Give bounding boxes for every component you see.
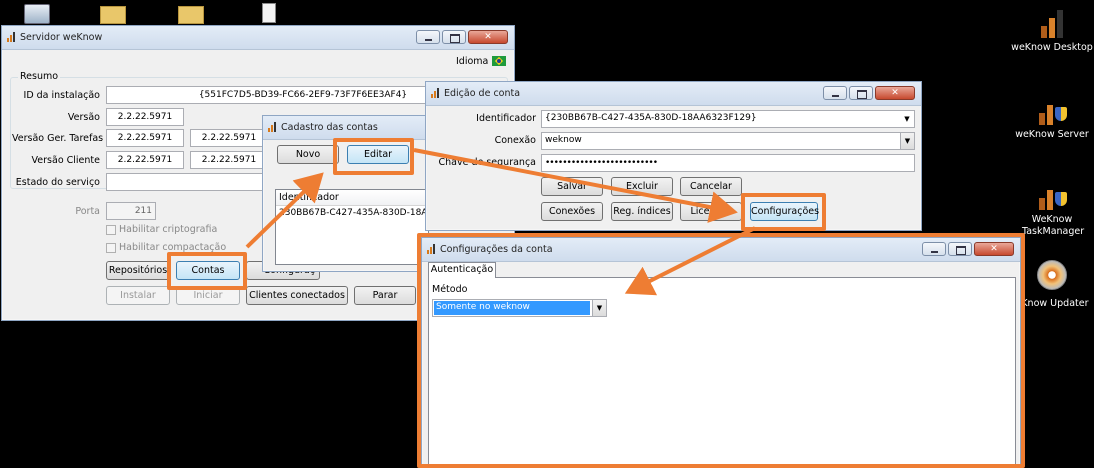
annotation-arrows bbox=[245, 148, 756, 296]
arrow-contas-to-cadastro bbox=[245, 172, 324, 249]
arrow-configuracoes-to-window bbox=[624, 226, 756, 296]
arrow-editar-to-configuracoes bbox=[413, 148, 738, 223]
